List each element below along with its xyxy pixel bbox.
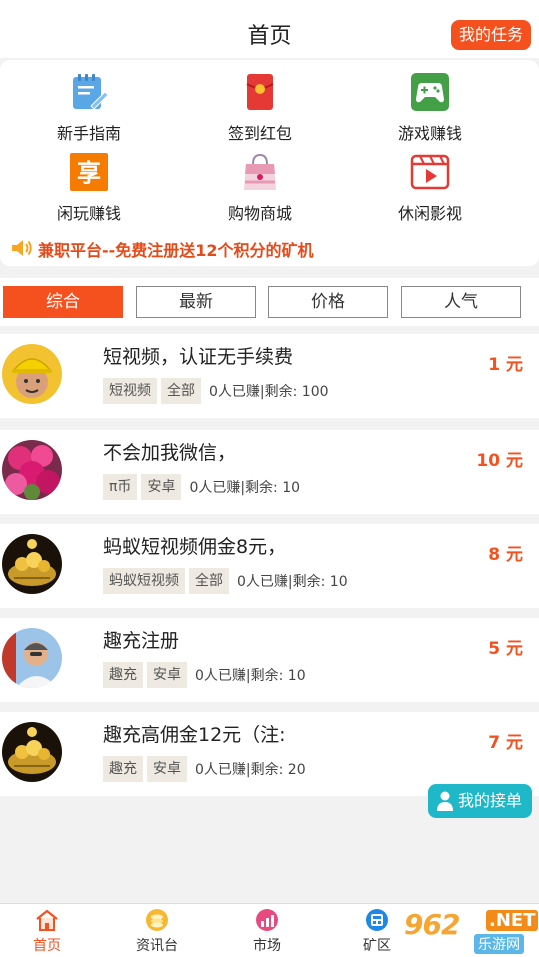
menu-item-guide[interactable]: 新手指南 <box>19 72 159 144</box>
my-orders-button[interactable]: 我的接单 <box>428 784 532 818</box>
task-row[interactable]: 趣充注册 5 元 趣充 安卓 0人已赚|剩余: 10 <box>0 618 539 702</box>
tab-price[interactable]: 价格 <box>268 286 388 318</box>
task-title: 短视频，认证无手续费 <box>103 346 294 368</box>
avatar <box>2 534 62 594</box>
menu-item-shopping[interactable]: 购物商城 <box>190 152 330 224</box>
task-row[interactable]: 蚂蚁短视频佣金8元， 8 元 蚂蚁短视频 全部 0人已赚|剩余: 10 <box>0 524 539 608</box>
task-tag: 全部 <box>161 378 201 404</box>
coin-icon <box>146 909 168 931</box>
menu-item-label: 闲玩赚钱 <box>56 204 121 223</box>
gamepad-icon <box>411 73 449 111</box>
task-tag: 趣充 <box>103 756 143 782</box>
nav-market[interactable]: 市场 <box>222 908 312 955</box>
nav-label: 市场 <box>253 938 281 954</box>
task-tags: 蚂蚁短视频 全部 0人已赚|剩余: 10 <box>103 568 348 594</box>
announcement-text: 兼职平台--免费注册送12个积分的矿机 <box>38 241 314 260</box>
menu-item-enjoy[interactable]: 享 闲玩赚钱 <box>19 152 159 224</box>
home-icon <box>36 909 58 931</box>
chart-icon <box>256 909 278 931</box>
task-stat: 0人已赚|剩余: 10 <box>195 668 306 684</box>
enjoy-glyph: 享 <box>77 159 101 187</box>
task-tag: 短视频 <box>103 378 157 404</box>
video-icon <box>410 154 450 190</box>
watermark-net: .NET <box>486 910 539 931</box>
my-orders-label: 我的接单 <box>458 791 523 810</box>
mine-icon <box>366 909 388 931</box>
feature-menu: 新手指南 签到红包 游戏赚钱 享 闲玩赚钱 购物商城 休闲影视 兼职平台--免费… <box>0 60 539 266</box>
watermark-sub: 乐游网 <box>474 934 524 954</box>
task-tag: 趣充 <box>103 662 143 688</box>
menu-item-label: 休闲影视 <box>397 204 462 223</box>
task-tags: 趣充 安卓 0人已赚|剩余: 10 <box>103 662 306 688</box>
task-price: 8 元 <box>488 545 523 565</box>
task-title: 不会加我微信， <box>103 442 237 464</box>
task-title: 趣充高佣金12元（注: <box>103 724 286 746</box>
menu-item-game[interactable]: 游戏赚钱 <box>360 72 500 144</box>
menu-item-label: 签到红包 <box>227 124 292 143</box>
task-tag: π币 <box>103 474 138 500</box>
watermark-brand: 962 <box>404 908 460 941</box>
tab-popularity[interactable]: 人气 <box>401 286 521 318</box>
menu-item-red-envelope[interactable]: 签到红包 <box>190 72 330 144</box>
task-price: 10 元 <box>476 451 523 471</box>
task-stat: 0人已赚|剩余: 20 <box>195 762 306 778</box>
speaker-icon <box>12 240 32 256</box>
my-tasks-button[interactable]: 我的任务 <box>450 20 531 50</box>
filter-tabs: 综合 最新 价格 人气 <box>0 278 539 326</box>
menu-item-label: 游戏赚钱 <box>397 124 462 143</box>
avatar <box>2 628 62 688</box>
avatar <box>2 440 62 500</box>
task-tag: 安卓 <box>147 662 187 688</box>
enjoy-icon: 享 <box>70 153 108 191</box>
task-stat: 0人已赚|剩余: 10 <box>189 480 301 496</box>
task-stat: 0人已赚|剩余: 100 <box>209 384 329 400</box>
nav-label: 首页 <box>33 938 61 954</box>
announcement-marquee[interactable]: 兼职平台--免费注册送12个积分的矿机 <box>10 234 530 262</box>
task-tag: 全部 <box>189 568 229 594</box>
site-watermark: 962 .NET 乐游网 <box>402 908 539 954</box>
task-title: 趣充注册 <box>103 630 180 652</box>
menu-item-video[interactable]: 休闲影视 <box>360 152 500 224</box>
guide-icon <box>73 74 109 110</box>
top-bar: 首页 我的任务 <box>0 0 539 58</box>
tab-latest[interactable]: 最新 <box>136 286 256 318</box>
task-price: 7 元 <box>488 733 523 753</box>
person-icon <box>437 791 453 811</box>
task-title: 蚂蚁短视频佣金8元， <box>103 536 287 558</box>
task-row[interactable]: 不会加我微信， 10 元 π币 安卓 0人已赚|剩余: 10 <box>0 430 539 514</box>
task-tag: 安卓 <box>147 756 187 782</box>
task-price: 5 元 <box>488 639 523 659</box>
task-tag: 安卓 <box>141 474 182 500</box>
avatar <box>2 722 62 782</box>
task-row[interactable]: 短视频，认证无手续费 1 元 短视频 全部 0人已赚|剩余: 100 <box>0 334 539 418</box>
task-tag: 蚂蚁短视频 <box>103 568 185 594</box>
task-price: 1 元 <box>488 355 523 375</box>
task-tags: π币 安卓 0人已赚|剩余: 10 <box>103 474 300 500</box>
menu-item-label: 新手指南 <box>56 124 121 143</box>
nav-label: 资讯台 <box>136 938 178 954</box>
shopping-bag-icon <box>244 153 276 190</box>
avatar <box>2 344 62 404</box>
nav-home[interactable]: 首页 <box>2 908 92 955</box>
task-stat: 0人已赚|剩余: 10 <box>237 574 348 590</box>
red-envelope-icon <box>246 74 274 110</box>
task-tags: 趣充 安卓 0人已赚|剩余: 20 <box>103 756 306 782</box>
tab-comprehensive[interactable]: 综合 <box>3 286 123 318</box>
task-tags: 短视频 全部 0人已赚|剩余: 100 <box>103 378 329 404</box>
menu-item-label: 购物商城 <box>227 204 292 223</box>
nav-news[interactable]: 资讯台 <box>112 908 202 955</box>
